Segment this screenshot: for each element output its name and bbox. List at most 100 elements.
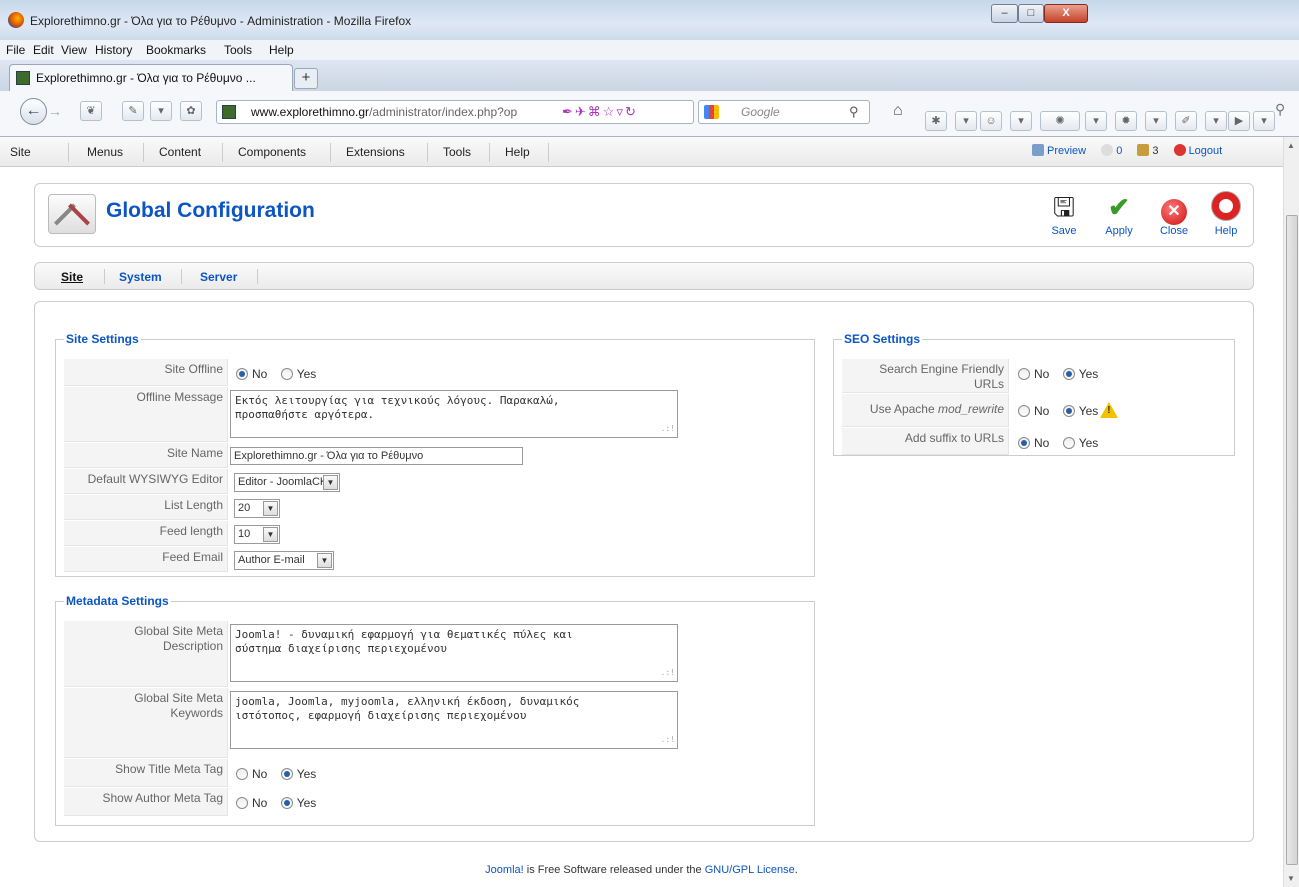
firefox-logo-icon bbox=[8, 12, 24, 28]
addon-5-icon[interactable]: ▾ bbox=[1085, 111, 1107, 131]
navigation-toolbar: ← → ❦ ✎ ▾ ✿ www.explorethimno.gr/adminis… bbox=[0, 91, 1299, 137]
search-icon[interactable]: ⚲ bbox=[849, 104, 859, 120]
feed-email-select[interactable]: Author E-mail ▼ bbox=[234, 551, 334, 570]
meta-keywords-textarea[interactable]: joomla, Joomla, myjoomla, ελληνική έκδοσ… bbox=[230, 691, 678, 749]
list-length-label: List Length bbox=[64, 495, 228, 520]
show-title-options: No Yes bbox=[236, 767, 326, 781]
addon-3-icon[interactable]: ▾ bbox=[1010, 111, 1032, 131]
scroll-up-arrow-icon[interactable]: ▲ bbox=[1287, 141, 1295, 150]
rewrite-no-radio[interactable] bbox=[1018, 405, 1030, 417]
addon-toolbar: ✱ ▾ ☺ ▾ ✺ ▾ ✹ ▾ ✐ ▾ ▶ ▾ bbox=[925, 101, 1275, 131]
show-author-no-radio[interactable] bbox=[236, 797, 248, 809]
vertical-scrollbar[interactable]: ▲ ▼ bbox=[1283, 137, 1299, 887]
url-bar[interactable]: www.explorethimno.gr/administrator/index… bbox=[216, 100, 694, 124]
greasemonkey-icon[interactable]: ☺ bbox=[980, 111, 1002, 131]
site-offline-no-radio[interactable] bbox=[236, 368, 248, 380]
apply-button[interactable]: ✔ Apply bbox=[1095, 192, 1143, 240]
web-developer-icon[interactable]: ✿ bbox=[180, 101, 202, 121]
sef-yes-radio[interactable] bbox=[1062, 368, 1075, 380]
gpl-license-link[interactable]: GNU/GPL License bbox=[705, 864, 795, 876]
admin-menu-site[interactable]: Site bbox=[10, 145, 31, 159]
tab-server[interactable]: Server bbox=[200, 270, 237, 284]
list-length-select[interactable]: 20 ▼ bbox=[234, 499, 280, 518]
site-name-row: Site Name Explorethimno.gr - Όλα για το … bbox=[64, 443, 804, 468]
url-text[interactable]: www.explorethimno.gr/administrator/index… bbox=[251, 105, 517, 119]
admin-menu-extensions[interactable]: Extensions bbox=[346, 145, 405, 159]
close-window-button[interactable]: X bbox=[1044, 4, 1088, 23]
feed-length-select[interactable]: 10 ▼ bbox=[234, 525, 280, 544]
joomla-link[interactable]: Joomla! bbox=[485, 864, 524, 876]
page-content: Site Menus Content Components Extensions… bbox=[0, 137, 1283, 887]
addon-9-icon[interactable]: ▾ bbox=[1205, 111, 1227, 131]
show-author-yes-radio[interactable] bbox=[280, 797, 293, 809]
admin-menu-menus[interactable]: Menus bbox=[87, 145, 123, 159]
logout-link[interactable]: Logout bbox=[1173, 144, 1229, 157]
zoom-icon[interactable]: ⚲ bbox=[1275, 101, 1285, 118]
addon-10-icon[interactable]: ▾ bbox=[1253, 111, 1275, 131]
youtube-icon[interactable]: ▶ bbox=[1228, 111, 1250, 131]
search-box[interactable]: Google ⚲ bbox=[698, 100, 870, 124]
addon-4-icon[interactable]: ✺ bbox=[1040, 111, 1080, 131]
show-title-yes-radio[interactable] bbox=[280, 768, 293, 780]
help-button[interactable]: Help bbox=[1202, 192, 1250, 240]
admin-menu-components[interactable]: Components bbox=[238, 145, 306, 159]
google-icon[interactable] bbox=[704, 105, 719, 119]
home-icon[interactable]: ⌂ bbox=[893, 102, 903, 120]
addon-1-icon[interactable]: ✱ bbox=[925, 111, 947, 131]
forward-button[interactable]: → bbox=[48, 103, 62, 119]
offline-message-row: Offline Message Εκτός λειτουργίας για τε… bbox=[64, 387, 804, 442]
menu-file[interactable]: File bbox=[6, 43, 25, 57]
scrollbar-thumb[interactable] bbox=[1286, 215, 1298, 865]
suffix-no-radio[interactable] bbox=[1018, 437, 1030, 449]
menu-help[interactable]: Help bbox=[269, 43, 294, 57]
users-count[interactable]: 3 bbox=[1137, 144, 1164, 157]
menu-divider bbox=[548, 143, 549, 162]
menu-history[interactable]: History bbox=[95, 43, 132, 57]
site-offline-yes-radio[interactable] bbox=[280, 368, 293, 380]
back-button[interactable]: ← bbox=[20, 98, 47, 125]
addon-6-icon[interactable]: ✹ bbox=[1115, 111, 1137, 131]
tab-explorethimno[interactable]: Explorethimno.gr - Όλα για το Ρέθυμνο ..… bbox=[9, 64, 293, 91]
rewrite-yes-radio[interactable] bbox=[1062, 405, 1075, 417]
menu-tools[interactable]: Tools bbox=[224, 43, 252, 57]
suffix-yes-radio[interactable] bbox=[1062, 437, 1075, 449]
addon-icon[interactable]: ❦ bbox=[80, 101, 102, 121]
site-name-input[interactable]: Explorethimno.gr - Όλα για το Ρέθυμνο bbox=[230, 447, 523, 465]
addon-2-icon[interactable]: ▾ bbox=[955, 111, 977, 131]
save-button[interactable]: 🖫 Save bbox=[1040, 192, 1088, 240]
menu-divider bbox=[330, 143, 331, 162]
admin-menu-content[interactable]: Content bbox=[159, 145, 201, 159]
tab-site[interactable]: Site bbox=[61, 270, 83, 284]
menu-edit[interactable]: Edit bbox=[33, 43, 54, 57]
minimize-button[interactable]: ‒ bbox=[991, 4, 1018, 23]
url-addon-icons[interactable]: ✒✈⌘☆▿↻ bbox=[562, 104, 638, 120]
checkmark-icon: ✔ bbox=[1108, 192, 1130, 222]
preview-link[interactable]: Preview bbox=[1032, 144, 1092, 157]
tab-system[interactable]: System bbox=[119, 270, 162, 284]
new-tab-button[interactable]: + bbox=[294, 68, 318, 89]
editor-select[interactable]: Editor - JoomlaCK ▼ bbox=[234, 473, 340, 492]
offline-message-textarea[interactable]: Εκτός λειτουργίας για τεχνικούς λόγους. … bbox=[230, 390, 678, 438]
addon-7-icon[interactable]: ▾ bbox=[1145, 111, 1167, 131]
messages-count[interactable]: 0 bbox=[1101, 144, 1128, 157]
menu-view[interactable]: View bbox=[61, 43, 87, 57]
dropdown-arrow-icon[interactable]: ▾ bbox=[150, 101, 172, 121]
feed-email-row: Feed Email Author E-mail ▼ bbox=[64, 547, 804, 572]
feed-email-label: Feed Email bbox=[64, 547, 228, 572]
warning-icon bbox=[1100, 402, 1119, 418]
show-title-no-radio[interactable] bbox=[236, 768, 248, 780]
pencil-icon[interactable]: ✎ bbox=[122, 101, 144, 121]
scroll-down-arrow-icon[interactable]: ▼ bbox=[1287, 874, 1295, 883]
meta-description-textarea[interactable]: Joomla! - δυναμική εφαρμογή για θεματικέ… bbox=[230, 624, 678, 682]
tab-title: Explorethimno.gr - Όλα για το Ρέθυμνο ..… bbox=[36, 71, 256, 85]
feed-length-row: Feed length 10 ▼ bbox=[64, 521, 804, 546]
admin-menu-tools[interactable]: Tools bbox=[443, 145, 471, 159]
menu-bookmarks[interactable]: Bookmarks bbox=[146, 43, 206, 57]
admin-menu-help[interactable]: Help bbox=[505, 145, 530, 159]
addon-8-icon[interactable]: ✐ bbox=[1175, 111, 1197, 131]
sef-no-radio[interactable] bbox=[1018, 368, 1030, 380]
menu-bar: File Edit View History Bookmarks Tools H… bbox=[0, 40, 1299, 60]
show-author-options: No Yes bbox=[236, 796, 326, 810]
maximize-button[interactable]: □ bbox=[1018, 4, 1044, 23]
close-button[interactable]: ✕ Close bbox=[1150, 192, 1198, 240]
